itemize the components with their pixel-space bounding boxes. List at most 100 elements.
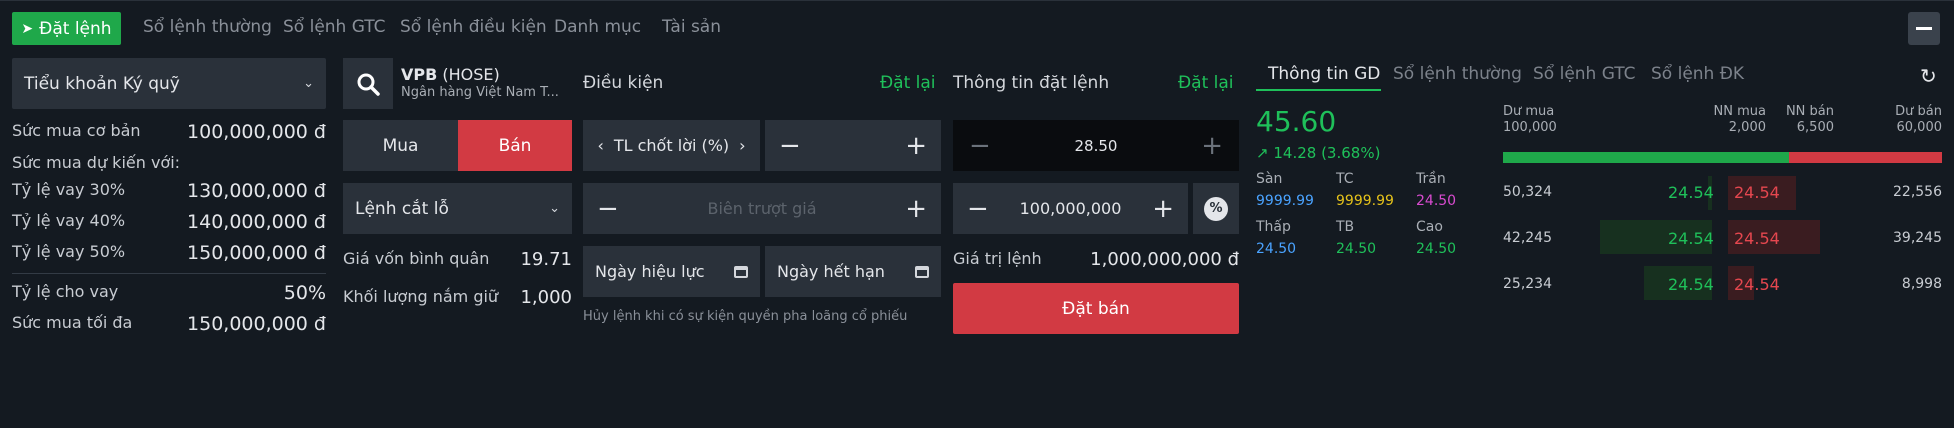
tab-trade-info[interactable]: Thông tin GD — [1268, 64, 1380, 84]
ask-price[interactable]: 24.54 — [1734, 183, 1780, 202]
floor-label: Sàn — [1256, 171, 1283, 187]
tab-market-gtc-book[interactable]: Sổ lệnh GTC — [1533, 64, 1636, 84]
base-power-row: Sức mua cơ bản 100,000,000 đ — [12, 121, 326, 143]
ask-volume: 8,998 — [1901, 276, 1942, 292]
rate-value: 150,000,000 đ — [187, 242, 326, 264]
tab-market-normal-book[interactable]: Sổ lệnh thường — [1393, 64, 1522, 84]
bid-price[interactable]: 24.54 — [1668, 275, 1714, 294]
effective-date-input[interactable]: Ngày hiệu lực — [583, 246, 760, 297]
rate-value: 130,000,000 đ — [187, 180, 326, 202]
trailing-input[interactable]: Biên trượt giá — [707, 199, 816, 218]
bid-total-value: 100,000 — [1503, 120, 1557, 135]
order-button[interactable]: ➤ Đặt lệnh — [12, 12, 121, 45]
minus-icon[interactable]: − — [967, 196, 989, 222]
quantity-stepper[interactable]: − 100,000,000 + — [953, 183, 1188, 234]
quantity-input[interactable]: 100,000,000 — [1020, 199, 1122, 218]
order-info-title: Thông tin đặt lệnh — [953, 73, 1110, 93]
symbol-code: VPB (HOSE) — [401, 65, 500, 84]
order-info-reset-link[interactable]: Đặt lại — [1178, 73, 1234, 93]
tab-conditional-book[interactable]: Sổ lệnh điều kiện — [400, 17, 547, 37]
ask-total-header: Dư bán 60,000 — [1836, 104, 1942, 136]
order-value-label: Giá trị lệnh — [953, 249, 1042, 268]
rate-row: Tỷ lệ vay 50% 150,000,000 đ — [12, 242, 326, 264]
chevron-left-icon: ‹ — [597, 136, 604, 155]
expected-power-row: Sức mua dự kiến với: — [12, 153, 326, 172]
plus-icon[interactable]: + — [1201, 133, 1223, 159]
avg-value: 24.50 — [1336, 241, 1377, 257]
last-price: 45.60 — [1256, 105, 1337, 138]
chevron-right-icon: › — [739, 136, 746, 155]
foreign-sell-label: NN bán — [1785, 104, 1834, 119]
submit-sell-button[interactable]: Đặt bán — [953, 283, 1239, 334]
condition-title: Điều kiện — [583, 73, 664, 93]
price-input[interactable]: 28.50 — [1075, 137, 1118, 155]
base-power-label: Sức mua cơ bản — [12, 121, 141, 140]
low-value: 24.50 — [1256, 241, 1297, 257]
buy-toggle[interactable]: Mua — [343, 120, 458, 171]
bid-volume: 42,245 — [1503, 230, 1552, 246]
ask-price[interactable]: 24.54 — [1734, 275, 1780, 294]
price-stepper[interactable]: − 28.50 + — [953, 120, 1239, 171]
order-value-row: Giá trị lệnh 1,000,000,000 đ — [953, 249, 1239, 270]
foreign-sell-value: 6,500 — [1796, 120, 1834, 135]
reference-value: 9999.99 — [1336, 193, 1394, 209]
calendar-icon — [915, 266, 929, 278]
expiry-date-input[interactable]: Ngày hết hạn — [765, 246, 941, 297]
take-profit-select[interactable]: ‹ TL chốt lời (%) › — [583, 120, 760, 171]
holding-label: Khối lượng nắm giữ — [343, 287, 499, 306]
tab-assets[interactable]: Tài sản — [662, 17, 721, 37]
avg-cost-row: Giá vốn bình quân 19.71 — [343, 249, 572, 270]
rate-row: Tỷ lệ vay 30% 130,000,000 đ — [12, 180, 326, 202]
percent-button[interactable]: % — [1193, 183, 1239, 234]
bid-price[interactable]: 24.54 — [1668, 183, 1714, 202]
collapse-button[interactable] — [1908, 12, 1940, 45]
minus-icon[interactable]: − — [969, 133, 991, 159]
plus-icon[interactable]: + — [905, 133, 927, 159]
plus-icon[interactable]: + — [1152, 196, 1174, 222]
symbol-exchange: (HOSE) — [442, 65, 500, 84]
ask-volume: 22,556 — [1893, 184, 1942, 200]
tab-normal-book[interactable]: Sổ lệnh thường — [143, 17, 272, 37]
tab-gtc-book[interactable]: Sổ lệnh GTC — [283, 17, 386, 37]
rate-value: 140,000,000 đ — [187, 211, 326, 233]
low-label: Thấp — [1256, 219, 1291, 235]
condition-reset-link[interactable]: Đặt lại — [880, 73, 936, 93]
dilution-note: Hủy lệnh khi có sự kiện quyền pha loãng … — [583, 309, 908, 324]
bid-price[interactable]: 24.54 — [1668, 229, 1714, 248]
hammer-icon: ➤ — [21, 20, 34, 37]
trailing-stepper[interactable]: − Biên trượt giá + — [583, 183, 941, 234]
ask-price[interactable]: 24.54 — [1734, 229, 1780, 248]
bid-volume: 50,324 — [1503, 184, 1552, 200]
minus-icon[interactable]: − — [597, 196, 619, 222]
account-select[interactable]: Tiểu khoản Ký quỹ ⌄ — [12, 58, 326, 109]
ask-ratio-bar — [1789, 152, 1942, 163]
high-label: Cao — [1416, 219, 1443, 235]
reference-label: TC — [1336, 171, 1354, 187]
avg-label: TB — [1336, 219, 1355, 235]
ceiling-value: 24.50 — [1416, 193, 1457, 209]
loan-ratio-value: 50% — [283, 282, 326, 304]
holding-value: 1,000 — [520, 287, 572, 308]
symbol-ticker: VPB — [401, 65, 438, 84]
ask-total-label: Dư bán — [1895, 104, 1942, 119]
tab-market-conditional-book[interactable]: Sổ lệnh ĐK — [1651, 64, 1744, 84]
top-bar: ➤ Đặt lệnh Sổ lệnh thường Sổ lệnh GTC Sổ… — [0, 1, 1954, 55]
order-type-select[interactable]: Lệnh cắt lỗ ⌄ — [343, 183, 572, 234]
holding-row: Khối lượng nắm giữ 1,000 — [343, 287, 572, 308]
refresh-icon[interactable]: ↻ — [1920, 64, 1937, 88]
symbol-search-button[interactable] — [343, 58, 393, 109]
max-power-label: Sức mua tối đa — [12, 313, 133, 332]
take-profit-stepper[interactable]: − + — [765, 120, 941, 171]
plus-icon[interactable]: + — [905, 196, 927, 222]
bid-ratio-bar — [1503, 152, 1789, 163]
minus-icon[interactable]: − — [779, 133, 801, 159]
percent-icon: % — [1204, 196, 1228, 221]
floor-value: 9999.99 — [1256, 193, 1314, 209]
foreign-sell-header: NN bán 6,500 — [1728, 104, 1834, 136]
sell-toggle[interactable]: Bán — [458, 120, 572, 171]
chevron-down-icon: ⌄ — [549, 201, 560, 216]
rate-row: Tỷ lệ vay 40% 140,000,000 đ — [12, 211, 326, 233]
avg-cost-value: 19.71 — [520, 249, 572, 270]
search-icon — [357, 73, 380, 96]
tab-portfolio[interactable]: Danh mục — [554, 17, 641, 37]
